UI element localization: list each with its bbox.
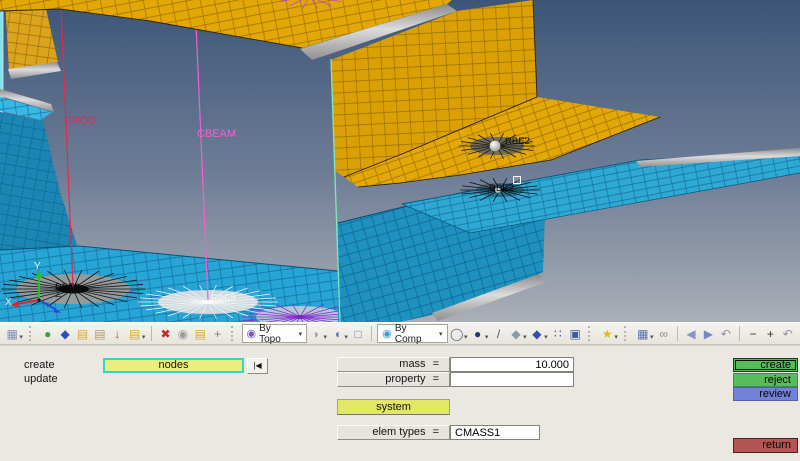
system-button[interactable]: system <box>337 399 450 415</box>
property-label-button[interactable]: property = <box>337 372 450 387</box>
node-selection-marker[interactable] <box>513 176 521 184</box>
toolbar-separator <box>738 326 740 341</box>
session-browser-icon[interactable]: ▦ <box>4 325 20 343</box>
zoom-out-icon[interactable]: − <box>745 325 761 343</box>
import-collector-icon[interactable]: ↓ <box>109 325 125 343</box>
elem-types-value-field[interactable] <box>450 425 540 440</box>
toolbar-handle <box>28 326 35 341</box>
element-3d-icon[interactable]: ◆ <box>529 325 545 343</box>
view-restore-icon[interactable]: ↶ <box>780 325 796 343</box>
toolbar-handle <box>623 326 630 341</box>
delete-icon[interactable]: ✖ <box>157 325 173 343</box>
property-equals: = <box>432 373 439 385</box>
chevron-down-icon[interactable]: ▾ <box>344 333 348 341</box>
create-button[interactable]: create <box>733 358 798 372</box>
property-value-field[interactable] <box>450 372 574 387</box>
mass-label: mass <box>399 358 426 370</box>
chevron-down-icon[interactable]: ▾ <box>142 333 146 341</box>
view-undo-icon[interactable]: ↶ <box>718 325 734 343</box>
geometry-color-mode-dropdown-icon: ◉ <box>246 328 257 340</box>
mass-label-button[interactable]: mass = <box>337 357 450 372</box>
organize-icon[interactable]: ▤ <box>192 325 208 343</box>
dependencies-icon[interactable]: + <box>209 325 225 343</box>
entity-selector-nodes[interactable]: nodes <box>103 358 244 373</box>
chevron-down-icon: ▾ <box>439 330 443 338</box>
chevron-down-icon[interactable]: ▾ <box>464 333 468 341</box>
geometry-solid-icon[interactable]: □ <box>350 325 366 343</box>
viewport-canvas <box>0 0 800 322</box>
mass-equals: = <box>432 358 439 370</box>
main-toolbar: ▦ ▾ ● ◆ ▤ ▤ ↓ ▤ ▾ ✖ ◉ ▤ + ◉ By Topo ▾ ◗ ▾ ◖ ▾ □ ◉ By Comp ▾ ◯ ▾ ● ▾… <box>0 322 800 345</box>
mode-update[interactable]: update <box>24 373 58 385</box>
element-shaded-icon[interactable]: ● <box>469 325 485 343</box>
blocks-icon[interactable]: ◆ <box>57 325 73 343</box>
chevron-down-icon[interactable]: ▾ <box>544 333 548 341</box>
component-collector-icon[interactable]: ▤ <box>92 325 108 343</box>
model-viewport[interactable]: CROD CBEAM RBE2 RBE2 RBE2 RBE3 X Y Z <box>0 0 800 322</box>
toolbar-separator <box>151 326 153 341</box>
chevron-down-icon[interactable]: ▾ <box>485 333 489 341</box>
favorites-star-icon[interactable]: ★ <box>599 325 615 343</box>
mass-value-field[interactable] <box>450 357 574 372</box>
view-back-icon[interactable]: ◀ <box>683 325 699 343</box>
chevron-down-icon[interactable]: ▾ <box>324 333 328 341</box>
toolbar-handle <box>588 326 594 341</box>
mode-create[interactable]: create <box>24 359 55 371</box>
entity-sets-icon[interactable]: ● <box>40 325 56 343</box>
elem-types-label-button[interactable]: elem types = <box>337 425 450 440</box>
toolbar-separator <box>371 326 373 341</box>
multi-window-icon[interactable]: ∷ <box>550 325 566 343</box>
chevron-down-icon[interactable]: ▾ <box>19 333 23 341</box>
elem-types-equals: = <box>432 426 439 438</box>
collector-tools-icon[interactable]: ▤ <box>127 325 143 343</box>
review-button[interactable]: review <box>733 387 798 401</box>
masses-panel: create update nodes |◀ mass = property =… <box>0 345 800 461</box>
entity-switch-toggle[interactable]: |◀ <box>247 358 268 374</box>
chevron-down-icon[interactable]: ▾ <box>523 333 527 341</box>
geometry-shaded-icon[interactable]: ◖ <box>329 325 345 343</box>
elem-types-label: elem types <box>372 426 426 438</box>
element-color-mode-dropdown-icon: ◉ <box>382 328 392 340</box>
geometry-wireframe-icon[interactable]: ◗ <box>308 325 324 343</box>
element-1d-icon[interactable]: / <box>490 325 506 343</box>
geometry-color-mode-dropdown[interactable]: ◉ By Topo ▾ <box>241 322 308 345</box>
load-collector-icon[interactable]: ▤ <box>74 325 90 343</box>
geometry-color-mode-dropdown-label: By Topo <box>259 322 281 345</box>
zoom-in-icon[interactable]: + <box>762 325 778 343</box>
display-monitor-icon[interactable]: ▣ <box>567 325 583 343</box>
element-color-mode-dropdown-label: By Comp <box>394 322 422 345</box>
property-label: property <box>385 373 426 385</box>
toolbar-handle <box>230 326 237 341</box>
reject-button[interactable]: reject <box>733 373 798 387</box>
toolbar-separator <box>676 326 678 341</box>
mask-icon[interactable]: ◉ <box>175 325 191 343</box>
element-color-mode-dropdown[interactable]: ◉ By Comp ▾ <box>377 322 448 345</box>
view-forward-icon[interactable]: ▶ <box>700 325 716 343</box>
chevron-down-icon[interactable]: ▾ <box>614 333 618 341</box>
element-wireframe-icon[interactable]: ◯ <box>449 325 465 343</box>
element-2d-icon[interactable]: ◆ <box>508 325 524 343</box>
table-view-icon[interactable]: ▦ <box>635 325 651 343</box>
chevron-down-icon: ▾ <box>298 330 303 338</box>
chevron-down-icon[interactable]: ▾ <box>650 333 654 341</box>
return-button[interactable]: return <box>733 438 798 453</box>
link-icon[interactable]: ∞ <box>655 325 671 343</box>
